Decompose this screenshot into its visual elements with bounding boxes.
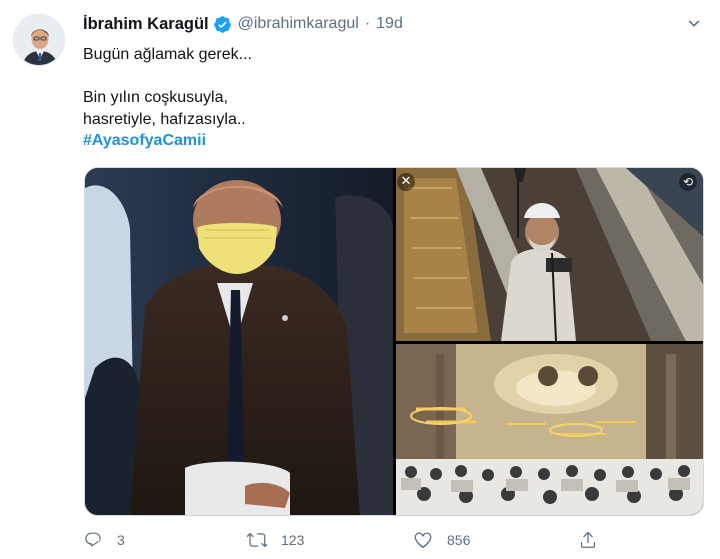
like-count: 856 [447,532,471,548]
tweet-line: Bin yılın coşkusuyla, [83,89,228,106]
media-grid: ✕ ⟲ [84,167,704,516]
tweet-card[interactable]: İbrahim Karagül @ibrahimkaragul · 19d Bu… [0,0,720,559]
separator-dot: · [364,15,371,32]
tweet-text: Bugün ağlamak gerek... Bin yılın coşkusu… [83,44,683,152]
chevron-down-icon[interactable] [684,14,704,34]
retweet-icon [247,532,267,548]
verified-badge-icon [213,15,232,34]
like-button[interactable]: 856 [413,527,470,553]
heart-icon [414,532,432,549]
tweet-header: İbrahim Karagül @ibrahimkaragul · 19d [83,12,403,36]
retweet-count: 123 [281,532,305,548]
reply-icon [85,532,101,547]
media-photo-imam-minbar[interactable] [396,168,703,341]
retweet-button[interactable]: 123 [247,527,304,553]
reply-count: 3 [117,532,125,548]
reply-button[interactable]: 3 [83,527,125,553]
close-icon[interactable]: ✕ [397,173,415,191]
tweet-actions: 3 123 856 [83,527,703,553]
share-icon [580,531,596,548]
author-name[interactable]: İbrahim Karagül [83,15,209,34]
rotate-icon[interactable]: ⟲ [679,173,697,191]
media-photo-leader-praying[interactable] [85,168,393,515]
share-button[interactable] [578,527,612,553]
tweet-line: Bugün ağlamak gerek... [83,46,252,63]
avatar[interactable] [13,14,65,66]
media-photo-mosque-interior[interactable] [396,344,703,515]
author-handle[interactable]: @ibrahimkaragul [238,15,359,33]
tweet-line: hasretiyle, hafızasıyla.. [83,110,246,128]
timestamp[interactable]: 19d [376,15,403,33]
hashtag-link[interactable]: #AyasofyaCamii [83,132,206,149]
